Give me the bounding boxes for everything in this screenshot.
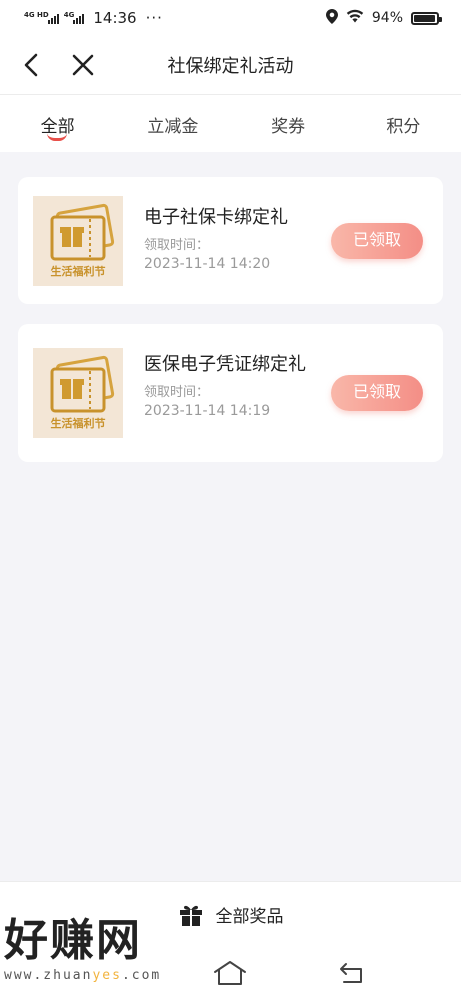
nav-bar: 社保绑定礼活动 xyxy=(0,36,461,94)
close-icon xyxy=(72,54,94,76)
claimed-button[interactable]: 已领取 xyxy=(331,223,423,259)
close-button[interactable] xyxy=(68,50,98,80)
tab-label: 积分 xyxy=(386,117,421,137)
system-back-button[interactable] xyxy=(338,962,366,984)
gift-ticket-icon: 生活福利节 xyxy=(50,203,115,278)
wifi-icon xyxy=(346,9,364,27)
signal-icon: 4G HD xyxy=(24,12,59,24)
gift-ticket-icon: 生活福利节 xyxy=(50,355,115,430)
home-button[interactable] xyxy=(212,960,248,986)
tab-points[interactable]: 积分 xyxy=(346,95,461,152)
svg-text:生活福利节: 生活福利节 xyxy=(51,264,106,278)
signal-tag: 4G HD xyxy=(24,11,49,19)
claim-time-label: 领取时间： xyxy=(144,238,210,253)
location-icon xyxy=(325,8,338,28)
tab-bar: 全部 立减金 奖券 积分 xyxy=(0,94,461,152)
reward-title: 医保电子凭证绑定礼 xyxy=(144,354,306,375)
tab-label: 奖券 xyxy=(271,117,306,137)
bottom-bar: 全部奖品 好赚网 www.zhuanyes.com xyxy=(0,881,461,1000)
watermark: 好赚网 www.zhuanyes.com xyxy=(4,915,199,984)
status-left: 4G HD 4G 14:36 ··· xyxy=(24,9,163,27)
tab-all[interactable]: 全部 xyxy=(0,95,115,152)
battery-percent: 94% xyxy=(371,10,403,26)
watermark-title: 好赚网 xyxy=(4,915,142,966)
claim-time: 2023-11-14 14:20 xyxy=(144,256,271,272)
tab-active-indicator xyxy=(46,133,67,141)
watermark-url: www.zhuanyes.com xyxy=(4,968,162,983)
claim-time-label: 领取时间： xyxy=(144,385,210,400)
claim-time: 2023-11-14 14:19 xyxy=(144,403,271,419)
home-icon xyxy=(214,961,246,985)
battery-icon xyxy=(411,11,442,25)
back-button[interactable] xyxy=(16,50,46,80)
reward-info: 电子社保卡绑定礼 领取时间： 2023-11-14 14:20 xyxy=(144,205,314,273)
status-time: 14:36 xyxy=(93,9,137,27)
signal-icon-2: 4G xyxy=(64,12,85,24)
reward-list: 生活福利节 电子社保卡绑定礼 领取时间： 2023-11-14 14:20 已领… xyxy=(0,152,461,482)
reward-card[interactable]: 生活福利节 电子社保卡绑定礼 领取时间： 2023-11-14 14:20 已领… xyxy=(18,177,443,304)
status-more: ··· xyxy=(145,9,163,27)
reward-info: 医保电子凭证绑定礼 领取时间： 2023-11-14 14:19 xyxy=(144,352,314,420)
reward-thumbnail: 生活福利节 xyxy=(33,348,123,438)
chevron-left-icon xyxy=(24,53,38,77)
svg-text:生活福利节: 生活福利节 xyxy=(51,416,106,430)
all-prizes-label: 全部奖品 xyxy=(215,907,284,927)
reward-title: 电子社保卡绑定礼 xyxy=(144,207,288,228)
status-bar: 4G HD 4G 14:36 ··· 94% xyxy=(0,0,461,36)
claimed-button[interactable]: 已领取 xyxy=(331,375,423,411)
reward-card[interactable]: 生活福利节 医保电子凭证绑定礼 领取时间： 2023-11-14 14:19 已… xyxy=(18,324,443,462)
return-icon xyxy=(340,963,362,983)
tab-coupons[interactable]: 奖券 xyxy=(231,95,346,152)
tab-discount[interactable]: 立减金 xyxy=(115,95,230,152)
status-right: 94% xyxy=(325,8,442,28)
tab-label: 立减金 xyxy=(147,117,199,137)
signal-tag-2: 4G xyxy=(63,11,75,19)
reward-thumbnail: 生活福利节 xyxy=(33,196,123,286)
